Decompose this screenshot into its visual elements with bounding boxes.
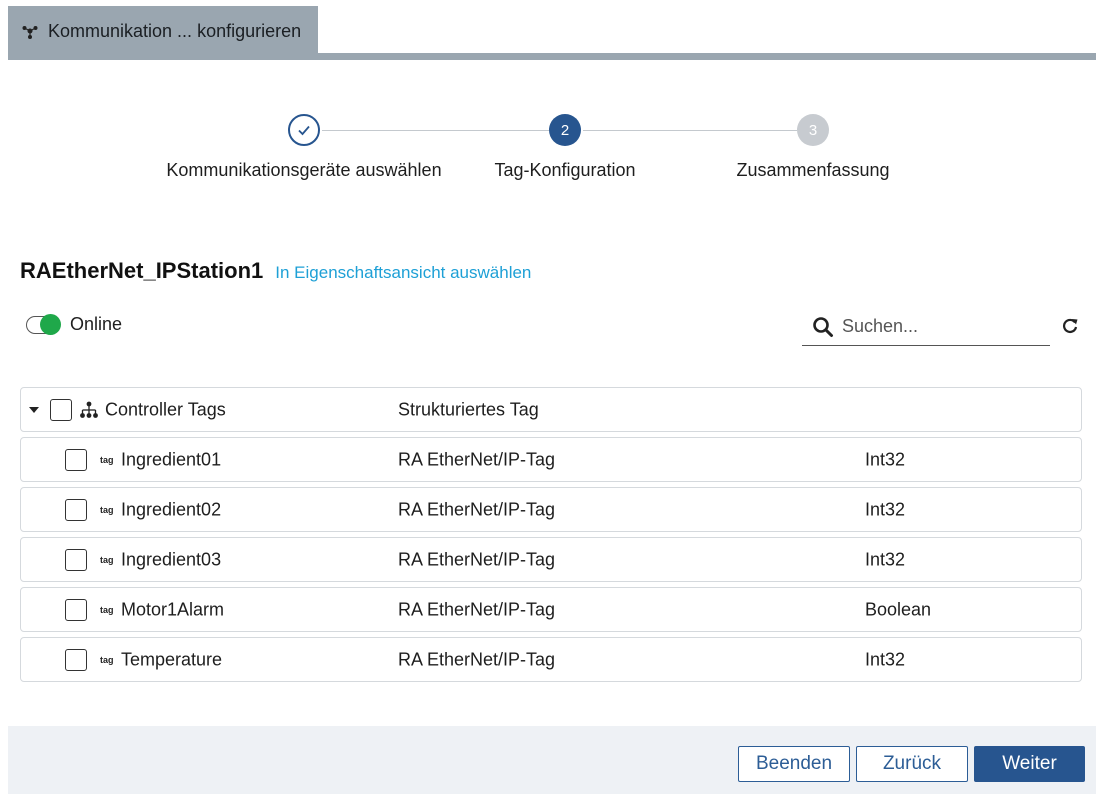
tree-row-name: Ingredient01	[121, 449, 222, 469]
tag-icon: tag	[100, 604, 114, 615]
tag-icon: tag	[100, 504, 114, 515]
tree-row-name: Motor1Alarm	[121, 599, 225, 619]
tree-row-name: Ingredient02	[121, 499, 222, 519]
station-header: RAEtherNet_IPStation1 In Eigenschaftsans…	[20, 258, 531, 284]
tree-row[interactable]: tag Motor1Alarm RA EtherNet/IP-Tag Boole…	[20, 587, 1082, 632]
tree-row-type: Strukturiertes Tag	[398, 399, 539, 419]
tree-row[interactable]: tag Ingredient01 RA EtherNet/IP-Tag Int3…	[20, 437, 1082, 482]
back-button[interactable]: Zurück	[856, 746, 968, 782]
tree-row-type: RA EtherNet/IP-Tag	[398, 449, 556, 469]
next-button[interactable]: Weiter	[974, 746, 1085, 782]
step-1-label: Kommunikationsgeräte auswählen	[166, 160, 442, 180]
checkbox-temperature[interactable]	[65, 648, 87, 671]
tree-row-name: Ingredient03	[121, 549, 222, 569]
wizard-footer: Beenden Zurück Weiter	[8, 726, 1096, 794]
tree-row[interactable]: tag Temperature RA EtherNet/IP-Tag Int32	[20, 637, 1082, 682]
step-1-indicator[interactable]	[288, 114, 320, 146]
tree-row-datatype: Boolean	[865, 599, 932, 619]
tab-title: Kommunikation ... konfigurieren	[48, 20, 302, 41]
tree-row-datatype: Int32	[865, 549, 906, 569]
tree-row-datatype: Int32	[865, 449, 906, 469]
checkbox-controller-tags[interactable]	[50, 398, 72, 421]
checkbox-ingredient01[interactable]	[65, 448, 87, 471]
tree-row-datatype: Int32	[865, 499, 906, 519]
finish-button[interactable]: Beenden	[738, 746, 850, 782]
step-3-number: 3	[808, 121, 818, 139]
tree-row[interactable]: tag Ingredient03 RA EtherNet/IP-Tag Int3…	[20, 537, 1082, 582]
step-2-indicator[interactable]: 2	[549, 114, 581, 146]
checkbox-motor1alarm[interactable]	[65, 598, 87, 621]
expand-caret-icon[interactable]	[29, 406, 39, 413]
online-toggle-knob	[40, 313, 61, 335]
step-connector-1	[322, 130, 549, 131]
online-toggle[interactable]	[26, 313, 61, 335]
tab-bar: Kommunikation ... konfigurieren	[8, 6, 1096, 60]
tag-icon: tag	[100, 454, 114, 465]
step-3-label: Zusammenfassung	[736, 160, 890, 180]
tree-row-type: RA EtherNet/IP-Tag	[398, 549, 556, 569]
online-label: Online	[70, 314, 123, 334]
checkbox-ingredient02[interactable]	[65, 498, 87, 521]
search-box	[802, 308, 1050, 346]
search-icon	[813, 316, 833, 337]
station-title: RAEtherNet_IPStation1	[20, 258, 264, 283]
refresh-icon[interactable]	[1060, 316, 1080, 336]
tree-row-type: RA EtherNet/IP-Tag	[398, 499, 556, 519]
tree-row-type: RA EtherNet/IP-Tag	[398, 649, 556, 669]
step-2-label: Tag-Konfiguration	[494, 160, 636, 180]
tree-row-name: Controller Tags	[105, 399, 226, 419]
tree-row-controller-tags[interactable]: Controller Tags Strukturiertes Tag	[20, 387, 1082, 432]
hierarchy-icon	[80, 401, 98, 418]
checkmark-icon	[298, 125, 310, 136]
tree-row-name: Temperature	[121, 649, 223, 669]
tree-row[interactable]: tag Ingredient02 RA EtherNet/IP-Tag Int3…	[20, 487, 1082, 532]
search-input[interactable]	[842, 316, 1032, 337]
online-toggle-group: Online	[26, 313, 123, 335]
select-in-properties-link[interactable]: In Eigenschaftsansicht auswählen	[275, 263, 531, 283]
tree-row-datatype: Int32	[865, 649, 906, 669]
tab-kommunikation-konfigurieren[interactable]: Kommunikation ... konfigurieren	[8, 6, 318, 56]
tree-row-type: RA EtherNet/IP-Tag	[398, 599, 556, 619]
tag-tree: Controller Tags Strukturiertes Tag tag I…	[20, 387, 1082, 687]
step-2-number: 2	[560, 121, 570, 139]
step-connector-2	[583, 130, 797, 131]
step-3-indicator[interactable]: 3	[797, 114, 829, 146]
network-icon	[22, 26, 38, 39]
tag-icon: tag	[100, 554, 114, 565]
wizard-stepper: 2 3 Kommunikationsgeräte auswählen Tag-K…	[0, 114, 1100, 194]
tag-icon: tag	[100, 654, 114, 665]
checkbox-ingredient03[interactable]	[65, 548, 87, 571]
